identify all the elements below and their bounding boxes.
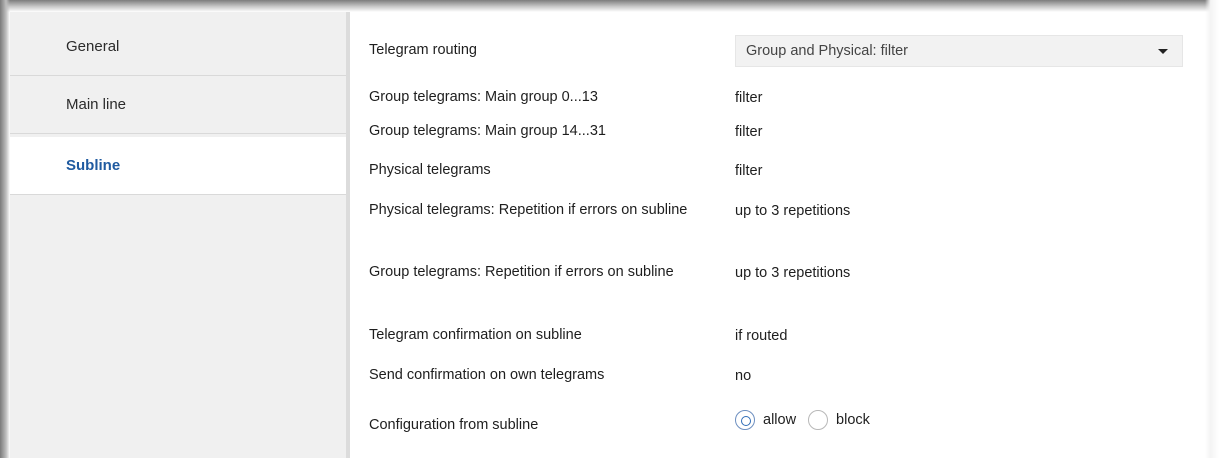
param-label: Telegram routing	[369, 42, 477, 58]
sidebar-item-subline[interactable]: Subline	[10, 137, 346, 195]
param-value[interactable]: up to 3 repetitions	[735, 203, 850, 219]
sidebar-item-label: Subline	[66, 157, 121, 174]
sidebar-divider	[346, 12, 350, 458]
configuration-radio-group: allow block	[735, 409, 882, 430]
param-value[interactable]: if routed	[735, 328, 787, 344]
param-row-group-repetition: Group telegrams: Repetition if errors on…	[369, 262, 1199, 283]
param-label: Telegram confirmation on subline	[369, 327, 582, 343]
param-row-configuration: Configuration from subline allow block	[369, 403, 1199, 436]
param-row-physical: Physical telegrams filter	[369, 160, 1199, 181]
param-row-confirmation: Telegram confirmation on subline if rout…	[369, 325, 1199, 346]
param-label: Group telegrams: Repetition if errors on…	[369, 264, 674, 280]
param-row-own-confirmation: Send confirmation on own telegrams no	[369, 365, 1199, 386]
window-shadow-top	[0, 0, 1219, 12]
select-value: Group and Physical: filter	[746, 43, 908, 59]
radio-unchecked-icon	[808, 409, 829, 430]
param-row-group-0-13: Group telegrams: Main group 0...13 filte…	[369, 87, 1199, 108]
param-label: Group telegrams: Main group 14...31	[369, 123, 606, 139]
block-radio[interactable]: block	[808, 409, 870, 430]
param-value[interactable]: up to 3 repetitions	[735, 265, 850, 281]
sidebar-item-label: Main line	[66, 96, 127, 113]
param-label: Physical telegrams: Repetition if errors…	[369, 202, 688, 218]
radio-label: block	[836, 411, 870, 428]
param-label: Physical telegrams	[369, 162, 491, 178]
param-row-group-14-31: Group telegrams: Main group 14...31 filt…	[369, 121, 1199, 142]
window-shadow-left	[0, 0, 10, 458]
caret-down-icon	[1158, 49, 1168, 54]
sidebar: General Main line Subline	[10, 12, 346, 458]
param-label: Send confirmation on own telegrams	[369, 367, 605, 383]
param-value[interactable]: filter	[735, 124, 762, 140]
param-value[interactable]: filter	[735, 90, 762, 106]
radio-checked-icon	[735, 409, 755, 430]
param-value[interactable]: filter	[735, 163, 762, 179]
radio-label: allow	[763, 411, 797, 428]
param-label: Configuration from subline	[369, 417, 539, 433]
allow-radio[interactable]: allow	[735, 409, 797, 430]
param-label: Group telegrams: Main group 0...13	[369, 89, 598, 105]
parameter-window: General Main line Subline Telegram routi…	[0, 0, 1219, 458]
sidebar-item-label: General	[66, 38, 120, 55]
param-value[interactable]: no	[735, 368, 751, 384]
sidebar-item-general[interactable]: General	[10, 18, 346, 76]
sidebar-item-main-line[interactable]: Main line	[10, 76, 346, 134]
param-row-physical-repetition: Physical telegrams: Repetition if errors…	[369, 200, 1199, 221]
window-shadow-right	[1205, 0, 1219, 458]
telegram-routing-select[interactable]: Group and Physical: filter	[735, 35, 1183, 67]
